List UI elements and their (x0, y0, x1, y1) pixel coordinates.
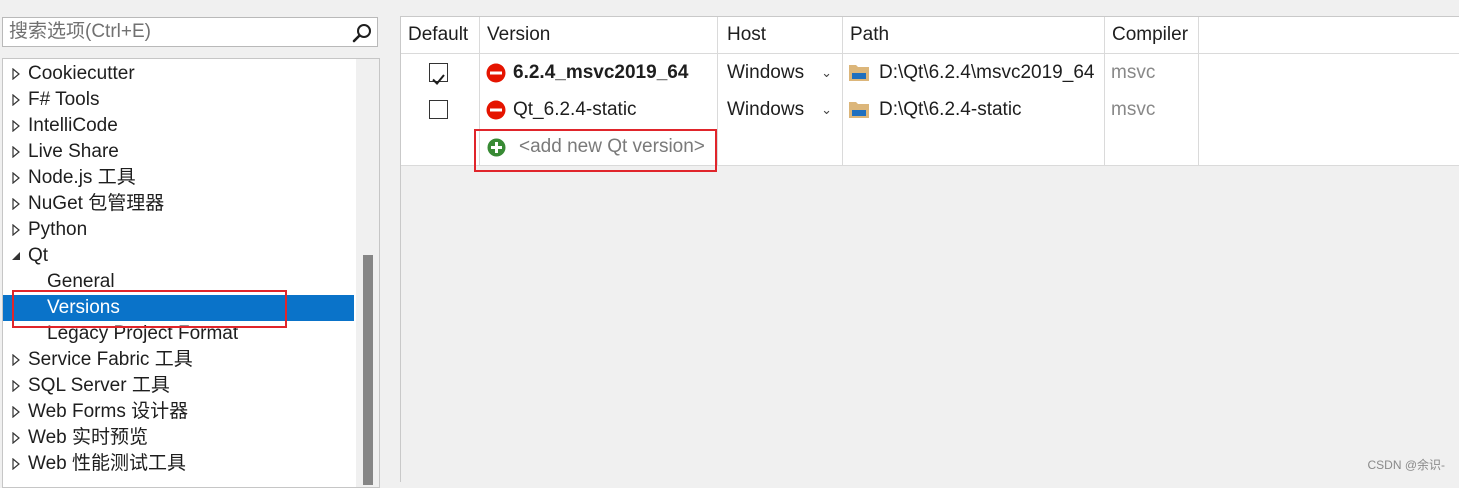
expand-arrow-icon[interactable] (9, 113, 23, 139)
watermark: CSDN @余识- (1367, 458, 1445, 472)
add-new-version-label[interactable]: <add new Qt version> (519, 128, 705, 165)
remove-version-icon[interactable] (486, 100, 506, 120)
column-header-compiler[interactable]: Compiler (1105, 17, 1199, 53)
add-version-row[interactable]: <add new Qt version> (401, 128, 1459, 166)
compiler-cell: msvc (1105, 54, 1199, 91)
tree-item-live-share[interactable]: Live Share (3, 139, 354, 165)
tree-item-fsharp-tools[interactable]: F# Tools (3, 87, 354, 113)
expand-arrow-icon[interactable] (9, 451, 23, 477)
column-header-default[interactable]: Default (401, 17, 480, 53)
expand-arrow-icon[interactable] (9, 217, 23, 243)
path-value: D:\Qt\6.2.4\msvc2019_64 (879, 62, 1095, 83)
tree-item-nodejs-tools[interactable]: Node.js 工具 (3, 165, 354, 191)
chevron-down-icon[interactable]: ⌄ (821, 91, 832, 128)
tree-scrollbar-thumb[interactable] (363, 255, 373, 485)
expand-arrow-icon[interactable] (9, 87, 23, 113)
grid-header: Default Version Host Path Compiler (401, 17, 1459, 54)
host-value: Windows (727, 62, 805, 83)
chevron-down-icon[interactable]: ⌄ (821, 54, 832, 91)
remove-version-icon[interactable] (486, 63, 506, 83)
version-name: 6.2.4_msvc2019_64 (513, 62, 689, 83)
host-cell (718, 128, 843, 165)
checkmark-icon (432, 74, 445, 85)
search-icon[interactable] (351, 22, 373, 44)
tree-scrollbar[interactable] (356, 59, 379, 487)
host-value: Windows (727, 99, 805, 120)
path-cell[interactable]: D:\Qt\6.2.4\msvc2019_64 (843, 54, 1105, 91)
default-cell (401, 128, 480, 165)
tree-item-label: Web Forms 设计器 (28, 401, 189, 422)
host-cell[interactable]: Windows ⌄ (718, 91, 843, 128)
tree-item-web-live-preview[interactable]: Web 实时预览 (3, 425, 354, 451)
tree-item-nuget[interactable]: NuGet 包管理器 (3, 191, 354, 217)
default-cell (401, 91, 480, 128)
version-name: Qt_6.2.4-static (513, 99, 637, 120)
tree-item-label: Cookiecutter (28, 63, 135, 84)
expand-arrow-icon[interactable] (9, 399, 23, 425)
qt-versions-grid: Default Version Host Path Compiler 6.2.4… (400, 16, 1459, 482)
tree-item-label: General (47, 271, 115, 292)
tree-item-qt[interactable]: Qt (3, 243, 354, 269)
tree-item-label: Versions (47, 297, 120, 318)
host-cell[interactable]: Windows ⌄ (718, 54, 843, 91)
default-checkbox[interactable] (429, 63, 448, 85)
default-cell (401, 54, 480, 91)
path-cell (843, 128, 1105, 165)
column-header-version[interactable]: Version (480, 17, 718, 53)
options-tree: Cookiecutter F# Tools IntelliCode Live S… (2, 58, 380, 488)
expand-arrow-icon[interactable] (9, 61, 23, 87)
tree-item-label: IntelliCode (28, 115, 118, 136)
tree-item-python[interactable]: Python (3, 217, 354, 243)
tree-item-qt-legacy-project-format[interactable]: Legacy Project Format (3, 321, 354, 347)
tree-item-label: F# Tools (28, 89, 100, 110)
version-cell[interactable]: 6.2.4_msvc2019_64 (480, 54, 718, 91)
table-row[interactable]: 6.2.4_msvc2019_64 Windows ⌄ D:\Qt\6.2.4\… (401, 54, 1459, 92)
tree-item-label: Live Share (28, 141, 119, 162)
tree-item-label: Web 实时预览 (28, 427, 149, 448)
expand-arrow-icon[interactable] (9, 165, 23, 191)
tree-item-service-fabric[interactable]: Service Fabric 工具 (3, 347, 354, 373)
tree-item-label: Web 性能测试工具 (28, 453, 187, 474)
search-input[interactable] (3, 18, 355, 46)
folder-icon[interactable] (848, 63, 870, 82)
add-icon[interactable] (487, 138, 506, 157)
tree-item-label: Legacy Project Format (47, 323, 239, 344)
compiler-value: msvc (1111, 99, 1156, 120)
tree-item-web-forms[interactable]: Web Forms 设计器 (3, 399, 354, 425)
tree-item-label: NuGet 包管理器 (28, 193, 165, 214)
tree-item-label: Node.js 工具 (28, 167, 136, 188)
expand-arrow-icon[interactable] (9, 191, 23, 217)
compiler-cell (1105, 128, 1199, 165)
default-checkbox[interactable] (429, 100, 448, 119)
search-box[interactable] (2, 17, 378, 47)
tree-item-web-perf-tools[interactable]: Web 性能测试工具 (3, 451, 354, 477)
tree-item-qt-general[interactable]: General (3, 269, 354, 295)
tree-item-qt-versions[interactable]: Versions (3, 295, 354, 321)
tree-item-label: Service Fabric 工具 (28, 349, 193, 370)
expand-arrow-icon[interactable] (9, 373, 23, 399)
column-header-host[interactable]: Host (718, 17, 843, 53)
tree-item-label: Qt (28, 245, 49, 266)
folder-icon[interactable] (848, 100, 870, 119)
path-value: D:\Qt\6.2.4-static (879, 99, 1022, 120)
expand-arrow-icon[interactable] (9, 347, 23, 373)
compiler-cell: msvc (1105, 91, 1199, 128)
expand-arrow-icon[interactable] (9, 139, 23, 165)
compiler-value: msvc (1111, 62, 1156, 83)
tree-item-label: Python (28, 219, 88, 240)
path-cell[interactable]: D:\Qt\6.2.4-static (843, 91, 1105, 128)
version-cell[interactable]: Qt_6.2.4-static (480, 91, 718, 128)
tree-item-sql-server[interactable]: SQL Server 工具 (3, 373, 354, 399)
tree-item-intellicode[interactable]: IntelliCode (3, 113, 354, 139)
column-header-path[interactable]: Path (843, 17, 1105, 53)
expand-arrow-icon[interactable] (9, 425, 23, 451)
table-row[interactable]: Qt_6.2.4-static Windows ⌄ D:\Qt\6.2.4-st… (401, 91, 1459, 129)
collapse-arrow-icon[interactable] (9, 243, 23, 269)
tree-item-label: SQL Server 工具 (28, 375, 170, 396)
tree-item-cookiecutter[interactable]: Cookiecutter (3, 61, 354, 87)
add-version-cell[interactable]: <add new Qt version> (480, 128, 718, 165)
